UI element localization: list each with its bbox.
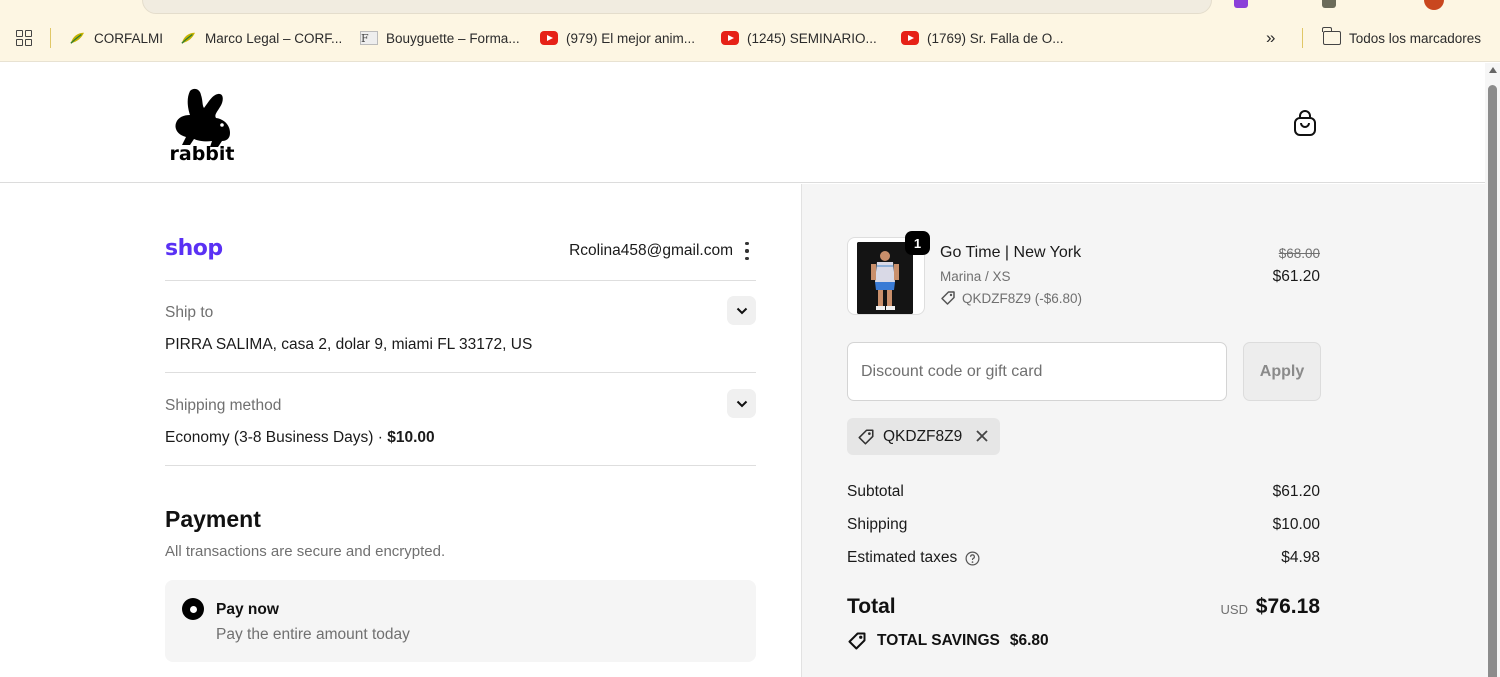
all-bookmarks-label: Todos los marcadores [1349, 30, 1482, 46]
product-image [857, 242, 913, 314]
product-discount: QKDZF8Z9 (-$6.80) [940, 290, 1082, 306]
extension-icon[interactable] [1234, 0, 1248, 8]
leaf-icon [181, 32, 195, 44]
bookmark-label: (1245) SEMINARIO... [747, 30, 877, 46]
shipping-method-value: Economy (3-8 Business Days) · $10.00 [165, 429, 435, 447]
bookmark-label: (979) El mejor anim... [566, 30, 696, 46]
logo-text: rabbit [170, 143, 235, 163]
scroll-up-arrow-icon[interactable] [1488, 67, 1497, 73]
subtotal-value: $61.20 [1272, 483, 1320, 500]
pay-now-subtitle: Pay the entire amount today [216, 626, 410, 643]
total-label: Total [847, 595, 896, 618]
shopping-bag-icon[interactable] [1292, 109, 1318, 137]
shipping-method-name: Economy (3-8 Business Days) · [165, 429, 388, 446]
bookmark-youtube-979[interactable]: (979) El mejor anim... [540, 28, 695, 48]
shipping-method-expand-button[interactable] [727, 389, 756, 418]
total-value: $76.18 [1255, 595, 1320, 618]
scrollbar-thumb[interactable] [1488, 85, 1497, 677]
bookmark-label: (1769) Sr. Falla de O... [927, 30, 1064, 46]
applied-discount-code: QKDZF8Z9 [883, 427, 963, 445]
bookmark-bouyguette[interactable]: F Bouyguette – Forma... [360, 28, 520, 48]
ship-to-expand-button[interactable] [727, 296, 756, 325]
estimated-taxes-value: $4.98 [1281, 549, 1320, 566]
bookmark-youtube-1769[interactable]: (1769) Sr. Falla de O... [901, 28, 1064, 48]
pay-now-title: Pay now [216, 601, 279, 618]
profile-avatar[interactable] [1424, 0, 1444, 10]
estimated-taxes-label: Estimated taxes [847, 549, 958, 566]
total-currency: USD [1220, 602, 1248, 617]
product-variant: Marina / XS [940, 269, 1011, 284]
divider [165, 280, 756, 281]
product-name: Go Time | New York [940, 244, 1082, 261]
bookmark-youtube-1245[interactable]: (1245) SEMINARIO... [721, 28, 877, 48]
bookmark-separator [1302, 28, 1303, 48]
document-icon: F [360, 31, 378, 45]
chevron-down-icon [736, 307, 747, 314]
browser-toolbar [0, 0, 1500, 14]
payment-subtitle: All transactions are secure and encrypte… [165, 543, 446, 560]
tag-icon [848, 632, 866, 650]
extension-icon[interactable] [1322, 0, 1336, 8]
chevron-double-right-icon: » [1266, 28, 1276, 47]
bookmark-marco-legal[interactable]: Marco Legal – CORF... [179, 28, 342, 48]
pay-now-radio[interactable] [182, 598, 204, 620]
bookmarks-bar: CORFALMI Marco Legal – CORF... F Bouygue… [0, 14, 1500, 62]
product-discount-text: QKDZF8Z9 (-$6.80) [962, 290, 1083, 306]
estimated-taxes-row: Estimated taxes [847, 549, 980, 567]
bookmark-label: Bouyguette – Forma... [386, 30, 520, 46]
remove-discount-icon[interactable] [974, 428, 990, 444]
all-bookmarks-button[interactable]: Todos los marcadores [1322, 27, 1482, 48]
checkout-main: shop Rcolina458@gmail.com Ship to PIRRA … [0, 184, 800, 677]
store-header: rabbit [0, 63, 1485, 183]
page-scrollbar[interactable] [1485, 63, 1500, 677]
more-options-icon[interactable] [744, 242, 750, 260]
order-summary: 1 Go Time | New York Marina / XS QKDZF8Z… [801, 184, 1485, 677]
youtube-icon [721, 31, 739, 45]
total-savings-value: $6.80 [1009, 632, 1049, 649]
tag-icon [941, 291, 955, 305]
tag-icon [858, 428, 874, 445]
product-original-price: $68.00 [1278, 246, 1320, 261]
quantity-badge: 1 [905, 231, 930, 255]
bookmark-separator [50, 28, 51, 48]
youtube-icon [901, 31, 919, 45]
product-price: $61.20 [1272, 268, 1320, 285]
apply-discount-button[interactable]: Apply [1243, 342, 1321, 401]
shipping-method-price: $10.00 [387, 429, 435, 446]
bookmark-label: Marco Legal – CORF... [205, 30, 343, 46]
total-savings-label: TOTAL SAVINGS [877, 632, 1000, 649]
shipping-method-label: Shipping method [165, 397, 282, 414]
rabbit-logo[interactable]: rabbit [168, 85, 236, 163]
payment-heading: Payment [165, 506, 261, 532]
bookmark-label: CORFALMI [94, 30, 164, 46]
chevron-down-icon [736, 400, 747, 407]
folder-icon [1322, 27, 1341, 45]
applied-discount-chip: QKDZF8Z9 [847, 418, 1000, 455]
shipping-value: $10.00 [1272, 516, 1320, 533]
pay-now-option[interactable]: Pay now Pay the entire amount today [165, 580, 756, 662]
leaf-icon [70, 32, 84, 44]
account-email: Rcolina458@gmail.com [569, 242, 733, 259]
divider [165, 372, 756, 373]
address-bar[interactable] [142, 0, 1212, 14]
help-circle-icon[interactable] [965, 551, 980, 566]
subtotal-label: Subtotal [847, 483, 904, 500]
discount-code-input[interactable] [847, 342, 1227, 401]
total-savings: TOTAL SAVINGS $6.80 [847, 631, 1049, 651]
bookmarks-overflow-button[interactable]: » [1266, 28, 1275, 48]
divider [165, 465, 756, 466]
ship-to-address: PIRRA SALIMA, casa 2, dolar 9, miami FL … [165, 336, 533, 353]
apps-grid-icon[interactable] [16, 30, 32, 46]
bookmark-corfalmi[interactable]: CORFALMI [68, 28, 163, 48]
ship-to-label: Ship to [165, 304, 214, 321]
shipping-label: Shipping [847, 516, 908, 533]
shop-pay-logo: shop [165, 236, 223, 261]
youtube-icon [540, 31, 558, 45]
